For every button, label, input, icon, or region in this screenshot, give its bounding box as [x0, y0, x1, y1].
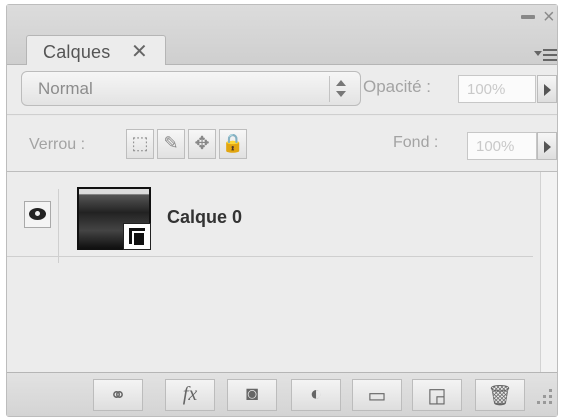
adjustment-layer-button[interactable]: ◐ [291, 379, 341, 411]
opacity-value: 100% [467, 81, 506, 98]
add-mask-button[interactable]: ◙ [227, 379, 277, 411]
lock-pixels-brush-icon: ✎ [163, 133, 179, 153]
fill-value: 100% [476, 138, 515, 155]
layer-name[interactable]: Calque 0 [167, 207, 242, 228]
lock-label: Verrou : [29, 136, 86, 153]
lock-pixels-button[interactable]: ✎ [157, 129, 185, 159]
blend-mode-stepper[interactable] [329, 76, 351, 102]
visibility-toggle[interactable] [24, 201, 51, 228]
visibility-cell [14, 189, 59, 263]
opacity-input[interactable]: 100% [458, 75, 536, 103]
chevron-up-icon [336, 80, 346, 86]
lock-transparency-button[interactable]: ⬚ [126, 129, 154, 159]
fill-input[interactable]: 100% [467, 132, 537, 160]
tab-calques[interactable]: Calques ✕ [26, 35, 166, 69]
new-group-button[interactable]: ▭ [352, 379, 402, 411]
opacity-slider-button[interactable] [537, 75, 557, 103]
menu-line [543, 54, 557, 56]
lock-all-padlock-icon: 🔒 [221, 133, 245, 153]
fill-label: Fond : [393, 134, 439, 151]
smart-object-badge-icon [123, 223, 151, 250]
layer-style-button[interactable]: fx [165, 379, 215, 411]
panel-title-strip: × Calques ✕ [7, 5, 560, 69]
blend-opacity-row: Normal Opacité : 100% [7, 65, 557, 115]
delete-layer-button[interactable]: 🗑 [475, 379, 525, 411]
resize-grip-icon[interactable] [537, 389, 553, 405]
chevron-down-icon [336, 91, 346, 97]
layer-row[interactable]: Calque 0 [7, 177, 533, 263]
delete-trash-icon: 🗑 [487, 385, 513, 407]
menu-line [543, 49, 557, 51]
new-layer-button[interactable]: ◲ [412, 379, 462, 411]
panel-menu-icon[interactable] [534, 43, 560, 65]
tab-label: Calques [43, 42, 111, 62]
lock-position-button[interactable]: ✥ [188, 129, 216, 159]
grip-dot [543, 395, 546, 398]
grip-dot [549, 389, 552, 392]
grip-dot [549, 395, 552, 398]
add-mask-icon: ◙ [245, 383, 259, 405]
blend-mode-select[interactable]: Normal [21, 71, 361, 106]
tab-close-icon[interactable]: ✕ [131, 39, 148, 64]
grip-dot [537, 401, 540, 404]
close-panel-icon[interactable]: × [543, 7, 555, 27]
link-layers-icon: ⚭ [109, 385, 127, 407]
new-group-folder-icon: ▭ [367, 385, 387, 407]
layers-toolbar: ⚭ fx ◙ ◐ ▭ ◲ 🗑 [7, 372, 557, 416]
new-layer-icon: ◲ [427, 385, 447, 407]
opacity-label: Opacité : [363, 77, 432, 96]
lock-all-button[interactable]: 🔒 [219, 129, 247, 159]
lock-position-move-icon: ✥ [194, 133, 210, 153]
fill-slider-button[interactable] [537, 132, 557, 160]
chevron-right-icon [544, 84, 551, 96]
chevron-right-icon [544, 141, 551, 153]
grip-dot [549, 401, 552, 404]
lock-fill-row: Verrou : ⬚ ✎ ✥ 🔒 Fond : 100% [7, 116, 557, 172]
eye-icon [29, 208, 46, 220]
adjustment-layer-icon: ◐ [309, 383, 323, 405]
link-layers-button[interactable]: ⚭ [93, 379, 143, 411]
badge-fill [134, 233, 144, 245]
chevron-down-icon [534, 51, 542, 56]
lock-transparency-icon: ⬚ [131, 133, 149, 153]
layers-list: Calque 0 [7, 172, 557, 372]
minimize-icon[interactable] [521, 15, 535, 19]
grip-dot [543, 401, 546, 404]
eye-pupil [35, 211, 40, 216]
menu-line [543, 59, 557, 61]
layers-scrollbar[interactable] [540, 172, 557, 372]
layer-thumbnail[interactable] [77, 187, 151, 250]
blend-mode-value: Normal [38, 79, 93, 98]
layer-style-fx-icon: fx [182, 383, 198, 405]
